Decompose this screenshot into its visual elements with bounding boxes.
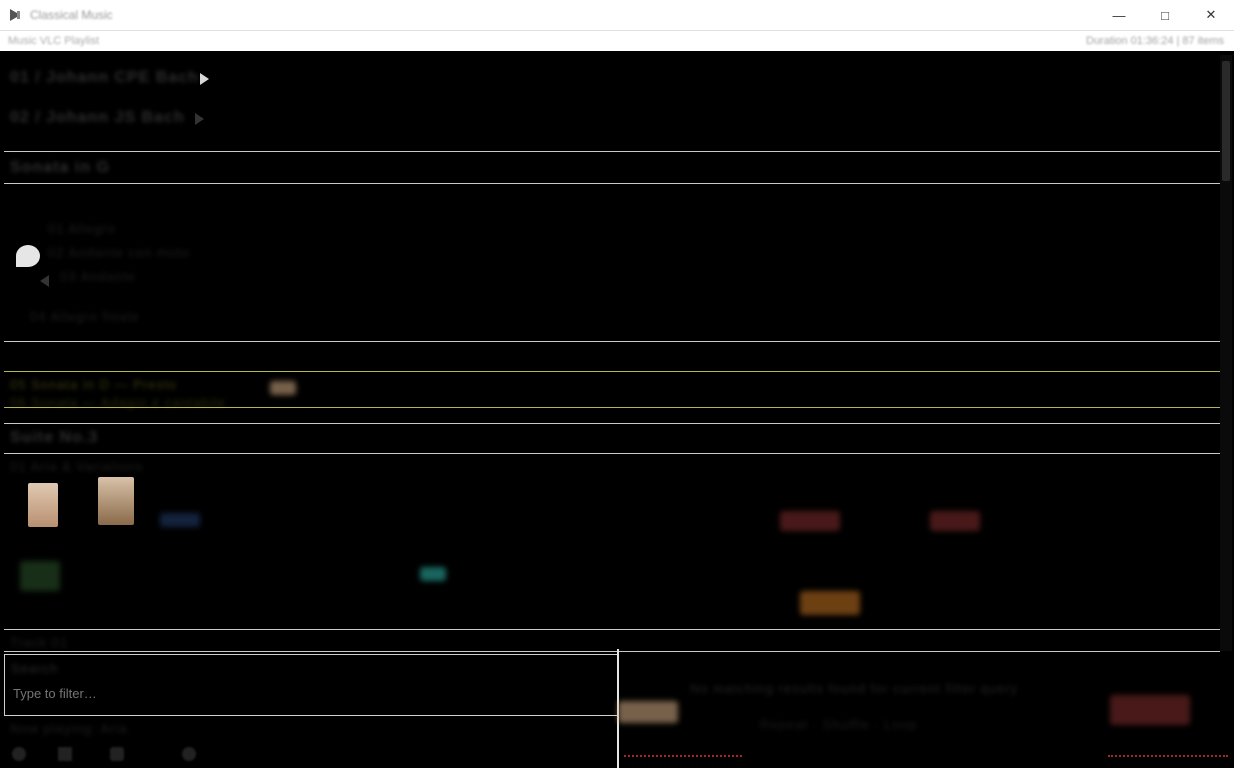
now-playing-label: Now playing: Aria bbox=[10, 721, 127, 736]
status-right: Duration 01:36:24 | 87 items bbox=[1086, 35, 1224, 47]
track-item[interactable]: Track 01 bbox=[10, 635, 68, 650]
search-box[interactable]: Search bbox=[4, 654, 618, 716]
album-art[interactable] bbox=[28, 483, 58, 527]
highlight-border bbox=[4, 407, 1220, 408]
app-icon bbox=[6, 6, 24, 24]
badge bbox=[420, 567, 446, 581]
subtitle-label: Music VLC Playlist bbox=[8, 35, 99, 47]
info-icon[interactable] bbox=[182, 747, 196, 761]
minimize-button[interactable]: — bbox=[1096, 0, 1142, 30]
thumb bbox=[780, 511, 840, 531]
thumb bbox=[800, 591, 860, 615]
search-input[interactable] bbox=[11, 681, 605, 705]
spell-underline bbox=[1108, 751, 1228, 757]
track-item[interactable]: 01 Allegro bbox=[48, 221, 116, 236]
album-art[interactable] bbox=[98, 477, 134, 525]
thumb bbox=[20, 561, 60, 591]
separator bbox=[4, 453, 1220, 454]
collapse-icon[interactable] bbox=[40, 275, 49, 287]
group-header[interactable]: Suite No.3 bbox=[10, 429, 98, 447]
thumb bbox=[930, 511, 980, 531]
titlebar: Classical Music — □ ✕ bbox=[0, 0, 1234, 31]
search-label: Search bbox=[11, 661, 58, 676]
track-item-selected[interactable]: 05 Sonata in D — Presto bbox=[10, 377, 177, 392]
separator bbox=[4, 651, 1220, 652]
thumb bbox=[1110, 695, 1190, 725]
thumb bbox=[618, 701, 678, 723]
menu-bar: Music VLC Playlist Duration 01:36:24 | 8… bbox=[0, 31, 1234, 51]
shuffle-icon[interactable] bbox=[58, 747, 72, 761]
expand-icon[interactable] bbox=[195, 113, 204, 125]
close-icon: ✕ bbox=[1206, 7, 1217, 23]
track-item[interactable]: 02 Andante con moto bbox=[48, 245, 190, 260]
spell-underline bbox=[624, 751, 742, 757]
repeat-icon[interactable] bbox=[12, 747, 26, 761]
album-art-icon bbox=[16, 245, 40, 267]
expand-icon[interactable] bbox=[200, 73, 209, 85]
playlist-panel: 01 / Johann CPE Bach 02 / Johann JS Bach… bbox=[0, 51, 1234, 768]
scrollbar[interactable] bbox=[1220, 55, 1232, 651]
loop-icon[interactable] bbox=[110, 747, 124, 761]
status-text: No matching results found for current fi… bbox=[690, 681, 1018, 696]
highlight-border bbox=[4, 371, 1220, 372]
maximize-icon: □ bbox=[1161, 8, 1169, 23]
window-controls: — □ ✕ bbox=[1096, 0, 1234, 30]
close-button[interactable]: ✕ bbox=[1188, 0, 1234, 30]
separator bbox=[4, 183, 1220, 184]
group-header[interactable]: 02 / Johann JS Bach bbox=[10, 109, 185, 127]
scrollbar-thumb[interactable] bbox=[1222, 61, 1230, 181]
window-title: Classical Music bbox=[30, 8, 113, 22]
separator bbox=[4, 629, 1220, 630]
track-item[interactable]: 03 Andante bbox=[60, 269, 136, 284]
track-item[interactable]: 01 Aria & Variations bbox=[10, 459, 143, 474]
minimize-icon: — bbox=[1113, 8, 1126, 23]
track-item[interactable]: 04 Allegro finale bbox=[30, 309, 140, 324]
group-header[interactable]: Sonata in G bbox=[10, 159, 110, 177]
group-header[interactable]: 01 / Johann CPE Bach bbox=[10, 69, 199, 87]
separator bbox=[4, 151, 1220, 152]
badge bbox=[160, 513, 200, 527]
badge bbox=[270, 381, 296, 395]
separator bbox=[4, 423, 1220, 424]
separator bbox=[4, 341, 1220, 342]
status-text: Repeat · Shuffle · Loop bbox=[760, 717, 917, 732]
maximize-button[interactable]: □ bbox=[1142, 0, 1188, 30]
